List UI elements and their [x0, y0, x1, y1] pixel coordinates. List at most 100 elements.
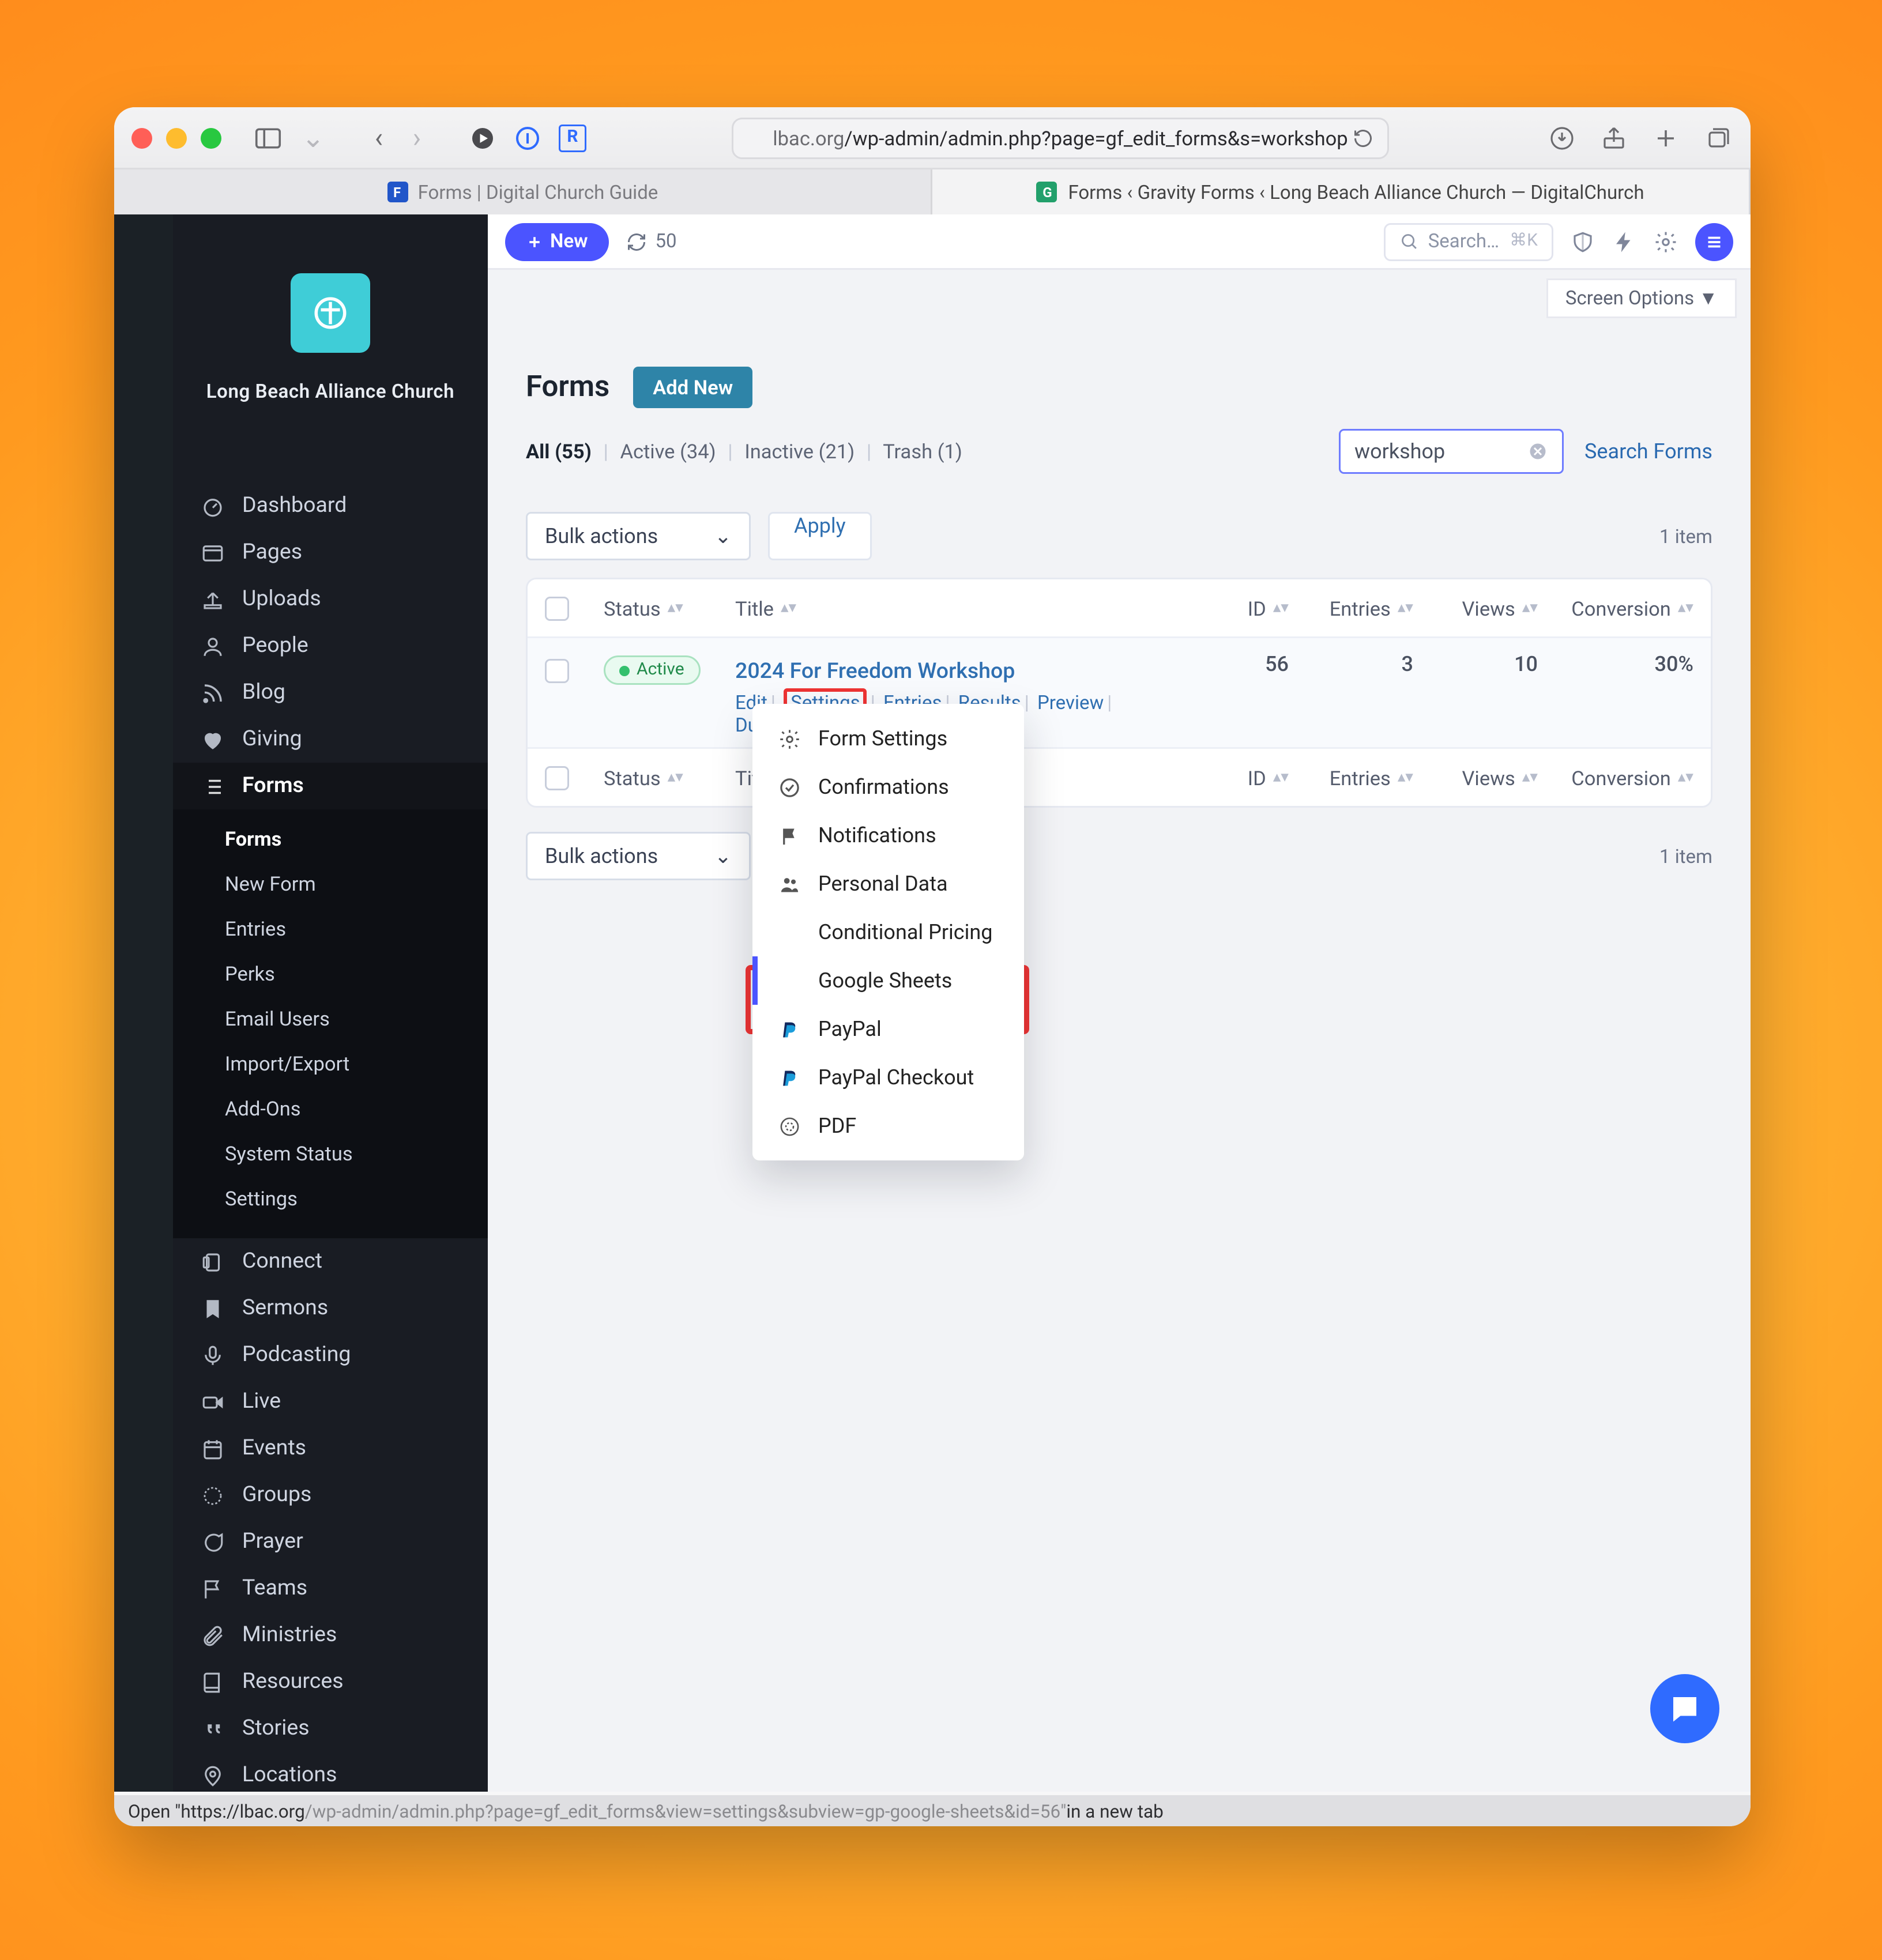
tab-forms[interactable]: G Forms ‹ Gravity Forms ‹ Long Beach All…	[932, 169, 1751, 214]
sidebar-item-dashboard[interactable]: Dashboard	[173, 483, 488, 529]
col-status[interactable]: Status▴▾	[586, 766, 718, 790]
col-conversion[interactable]: Conversion▴▾	[1555, 766, 1711, 790]
intercom-launcher[interactable]	[1650, 1674, 1719, 1743]
sidebar-item-podcasting[interactable]: Podcasting	[173, 1332, 488, 1378]
minimize-icon[interactable]	[166, 127, 187, 148]
col-id[interactable]: ID▴▾	[1202, 596, 1306, 620]
book-icon	[201, 1670, 225, 1694]
sidebar-sub-system-status[interactable]: System Status	[173, 1131, 488, 1176]
settings-menu-google-sheets[interactable]: Google Sheets	[752, 956, 1024, 1005]
filter-inactive[interactable]: Inactive (21)	[744, 439, 855, 463]
settings-menu-paypal[interactable]: PayPal	[752, 1005, 1024, 1053]
settings-menu-conditional-pricing[interactable]: Conditional Pricing	[752, 908, 1024, 956]
tab-docs[interactable]: F Forms | Digital Church Guide	[114, 169, 932, 214]
bulk-actions-select-footer[interactable]: Bulk actions ⌄	[526, 832, 751, 880]
sidebar-item-locations[interactable]: Locations	[173, 1752, 488, 1792]
settings-menu-pdf[interactable]: PDF	[752, 1102, 1024, 1150]
action-preview[interactable]: Preview	[1037, 692, 1104, 714]
search-forms-button[interactable]: Search Forms	[1584, 439, 1712, 463]
clear-search-icon[interactable]	[1527, 441, 1548, 462]
church-logo[interactable]	[291, 273, 370, 353]
church-name: Long Beach Alliance Church	[173, 380, 488, 403]
sync-indicator[interactable]: 50	[626, 230, 676, 252]
filter-active[interactable]: Active (34)	[620, 439, 716, 463]
col-title[interactable]: Title▴▾	[718, 596, 1202, 620]
admin-search[interactable]: Search… ⌘K	[1383, 223, 1553, 261]
sync-count: 50	[655, 230, 676, 252]
settings-menu-notifications[interactable]: Notifications	[752, 811, 1024, 860]
sidebar-item-pages[interactable]: Pages	[173, 529, 488, 576]
filter-trash[interactable]: Trash (1)	[883, 439, 962, 463]
refresh-icon[interactable]	[1353, 127, 1373, 148]
sidebar-sub-forms[interactable]: Forms	[173, 816, 488, 861]
list-icon	[201, 774, 225, 798]
settings-menu-personal-data[interactable]: Personal Data	[752, 860, 1024, 908]
form-search-input[interactable]: workshop	[1339, 429, 1564, 474]
col-entries[interactable]: Entries▴▾	[1306, 766, 1431, 790]
sidebar-toggle-icon[interactable]	[253, 122, 284, 153]
sidebar-sub-settings[interactable]: Settings	[173, 1176, 488, 1221]
sidebar-item-connect[interactable]: Connect	[173, 1238, 488, 1285]
upload-icon	[201, 587, 225, 612]
bulk-actions-select[interactable]: Bulk actions ⌄	[526, 512, 751, 560]
sidebar-sub-email-users[interactable]: Email Users	[173, 996, 488, 1041]
sidebar-item-forms[interactable]: Forms	[173, 763, 488, 809]
col-conversion[interactable]: Conversion▴▾	[1555, 596, 1711, 620]
sidebar-item-stories[interactable]: Stories	[173, 1705, 488, 1752]
sidebar-sub-entries[interactable]: Entries	[173, 906, 488, 951]
sidebar-item-ministries[interactable]: Ministries	[173, 1612, 488, 1659]
settings-menu-paypal-checkout[interactable]: PayPal Checkout	[752, 1053, 1024, 1102]
sidebar-item-groups[interactable]: Groups	[173, 1472, 488, 1518]
col-views[interactable]: Views▴▾	[1431, 596, 1555, 620]
form-title-link[interactable]: 2024 For Freedom Workshop	[735, 659, 1015, 685]
tab-overview-icon[interactable]	[1702, 122, 1733, 153]
person-icon	[201, 634, 225, 658]
new-tab-icon[interactable]	[1650, 122, 1681, 153]
shield-icon[interactable]	[1571, 229, 1595, 254]
play-circle-icon[interactable]	[467, 122, 498, 153]
sidebar-item-uploads[interactable]: Uploads	[173, 576, 488, 623]
window-controls[interactable]	[131, 127, 221, 148]
share-icon[interactable]	[1598, 122, 1629, 153]
maximize-icon[interactable]	[201, 127, 221, 148]
select-all-checkbox[interactable]	[545, 596, 569, 620]
sidebar-item-resources[interactable]: Resources	[173, 1659, 488, 1705]
sidebar-sub-import-export[interactable]: Import/Export	[173, 1041, 488, 1086]
sidebar-sub-perks[interactable]: Perks	[173, 951, 488, 996]
settings-menu-form-settings[interactable]: Form Settings	[752, 714, 1024, 763]
col-views[interactable]: Views▴▾	[1431, 766, 1555, 790]
address-bar[interactable]: lbac.org/wp-admin/admin.php?page=gf_edit…	[732, 117, 1389, 159]
close-icon[interactable]	[131, 127, 152, 148]
screen-options-toggle[interactable]: Screen Options ▼	[1546, 278, 1737, 318]
sidebar-item-blog[interactable]: Blog	[173, 669, 488, 716]
sidebar-item-people[interactable]: People	[173, 623, 488, 669]
col-entries[interactable]: Entries▴▾	[1306, 596, 1431, 620]
sidebar-item-giving[interactable]: Giving	[173, 716, 488, 763]
sidebar-sub-new-form[interactable]: New Form	[173, 861, 488, 906]
download-icon[interactable]	[1546, 122, 1578, 153]
chevron-down-icon[interactable]: ⌄	[298, 122, 329, 153]
page-title: Forms	[526, 370, 609, 405]
sidebar-item-sermons[interactable]: Sermons	[173, 1285, 488, 1332]
sidebar-item-live[interactable]: Live	[173, 1378, 488, 1425]
sidebar-sub-add-ons[interactable]: Add-Ons	[173, 1086, 488, 1131]
new-button[interactable]: New	[505, 223, 608, 261]
menu-button[interactable]	[1695, 223, 1733, 261]
forward-button[interactable]: ›	[401, 122, 432, 153]
row-checkbox[interactable]	[545, 659, 569, 683]
gear-icon[interactable]	[1654, 229, 1678, 254]
onepassword-icon[interactable]	[512, 122, 543, 153]
bolt-icon[interactable]	[1612, 229, 1636, 254]
add-new-button[interactable]: Add New	[634, 367, 752, 408]
col-status[interactable]: Status▴▾	[586, 596, 718, 620]
settings-menu-confirmations[interactable]: Confirmations	[752, 763, 1024, 811]
sidebar-item-events[interactable]: Events	[173, 1425, 488, 1472]
col-id[interactable]: ID▴▾	[1202, 766, 1306, 790]
apply-button[interactable]: Apply	[768, 512, 872, 560]
sidebar-item-prayer[interactable]: Prayer	[173, 1518, 488, 1565]
filter-all[interactable]: All (55)	[526, 439, 592, 463]
back-button[interactable]: ‹	[363, 122, 394, 153]
sidebar-item-teams[interactable]: Teams	[173, 1565, 488, 1612]
select-all-checkbox-footer[interactable]	[545, 766, 569, 790]
extension-r-icon[interactable]: R	[557, 122, 588, 153]
